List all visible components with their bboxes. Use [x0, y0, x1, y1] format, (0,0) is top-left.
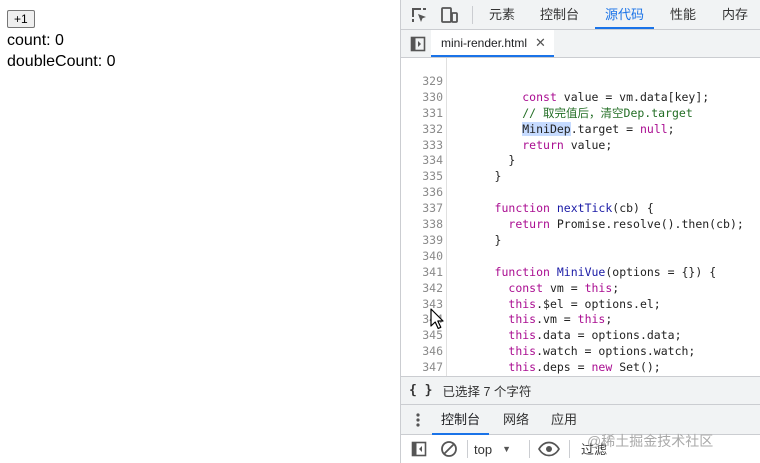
- code-line: 331 MiniDep.target = null;: [401, 90, 760, 136]
- tab-memory[interactable]: 内存: [712, 0, 758, 29]
- code-line: 332 return value;: [401, 106, 760, 152]
- live-expression-eye-icon[interactable]: [538, 438, 560, 460]
- watermark: @稀土掘金技术社区: [587, 433, 714, 449]
- tab-sources[interactable]: 源代码: [595, 0, 655, 29]
- tab-elements[interactable]: 元素: [479, 0, 525, 29]
- double-count-value: 0: [106, 53, 116, 70]
- code-line: 339: [401, 217, 760, 247]
- mouse-pointer-icon: [430, 308, 444, 330]
- inspect-element-icon[interactable]: [408, 4, 430, 26]
- toggle-navigator-icon[interactable]: [407, 33, 429, 55]
- code-line: 329 const value = vm.data[key];: [401, 58, 760, 104]
- tab-performance[interactable]: 性能: [660, 0, 706, 29]
- code-line: 347: [401, 344, 760, 374]
- code-line: 337 return Promise.resolve().then(cb);: [401, 185, 760, 231]
- code-line: 334 }: [401, 138, 760, 183]
- more-options-icon[interactable]: [407, 409, 429, 431]
- code-line: 340 function MiniVue(options = {}) {: [401, 233, 760, 279]
- code-line: 336 function nextTick(cb) {: [401, 169, 760, 215]
- increment-button[interactable]: +1: [7, 10, 35, 28]
- count-display: count: 0: [7, 32, 64, 49]
- double-count-display: doubleCount: 0: [7, 53, 116, 70]
- clear-console-icon[interactable]: [438, 438, 460, 460]
- drawer-tab-network[interactable]: 网络: [494, 405, 538, 435]
- code-line: 343 this.vm = this;: [401, 281, 760, 327]
- count-label: count: [7, 32, 47, 49]
- device-toolbar-icon[interactable]: [438, 4, 460, 26]
- context-selector-value: top: [474, 441, 493, 457]
- code-line: 330 // 取完值后，清空Dep.target: [401, 74, 760, 120]
- close-icon[interactable]: ✕: [535, 35, 546, 51]
- toolbar-divider: [569, 440, 570, 458]
- context-selector[interactable]: top ▼: [474, 439, 511, 459]
- code-line: 341 const vm = this;: [401, 249, 760, 295]
- devtools-main-tabs: 元素 控制台 源代码 性能 内存: [401, 0, 760, 30]
- toolbar-divider: [472, 6, 473, 24]
- code-line: 344 this.data = options.data;: [401, 297, 760, 342]
- sources-file-bar: mini-render.html ✕: [401, 30, 760, 58]
- code-line: 348 initData(vm, this.data); // 初始化data: [401, 360, 760, 376]
- code-line: 342 this.$el = options.el;: [401, 265, 760, 311]
- code-line: 346 this.deps = new Set();: [401, 328, 760, 374]
- toolbar-divider: [467, 440, 468, 458]
- chevron-down-icon: ▼: [502, 444, 511, 454]
- code-editor[interactable]: 329 const value = vm.data[key]; 330 // 取…: [401, 58, 760, 376]
- selection-status: 已选择 7 个字符: [442, 385, 532, 399]
- code-line: 335: [401, 153, 760, 183]
- page-viewport: +1 count: 0 doubleCount: 0: [0, 0, 400, 463]
- drawer-tab-console[interactable]: 控制台: [432, 405, 490, 435]
- count-value: 0: [55, 32, 64, 49]
- devtools-panel: 元素 控制台 源代码 性能 内存 mini-render.html ✕ 329 …: [400, 0, 760, 463]
- drawer-tab-application[interactable]: 应用: [542, 405, 586, 435]
- file-tab-mini-render[interactable]: mini-render.html ✕: [431, 30, 554, 57]
- file-tab-label: mini-render.html: [441, 35, 528, 50]
- toolbar-divider: [529, 440, 530, 458]
- code-line: 333 }: [401, 122, 760, 168]
- editor-status-bar: { } 已选择 7 个字符: [401, 376, 760, 405]
- code-line: 338 }: [401, 201, 760, 247]
- double-count-label: doubleCount: [7, 53, 98, 70]
- tab-console[interactable]: 控制台: [530, 0, 589, 29]
- sidebar-toggle-icon[interactable]: [408, 438, 430, 460]
- code-line: 345 this.watch = options.watch;: [401, 312, 760, 358]
- pretty-print-icon[interactable]: { }: [409, 383, 432, 398]
